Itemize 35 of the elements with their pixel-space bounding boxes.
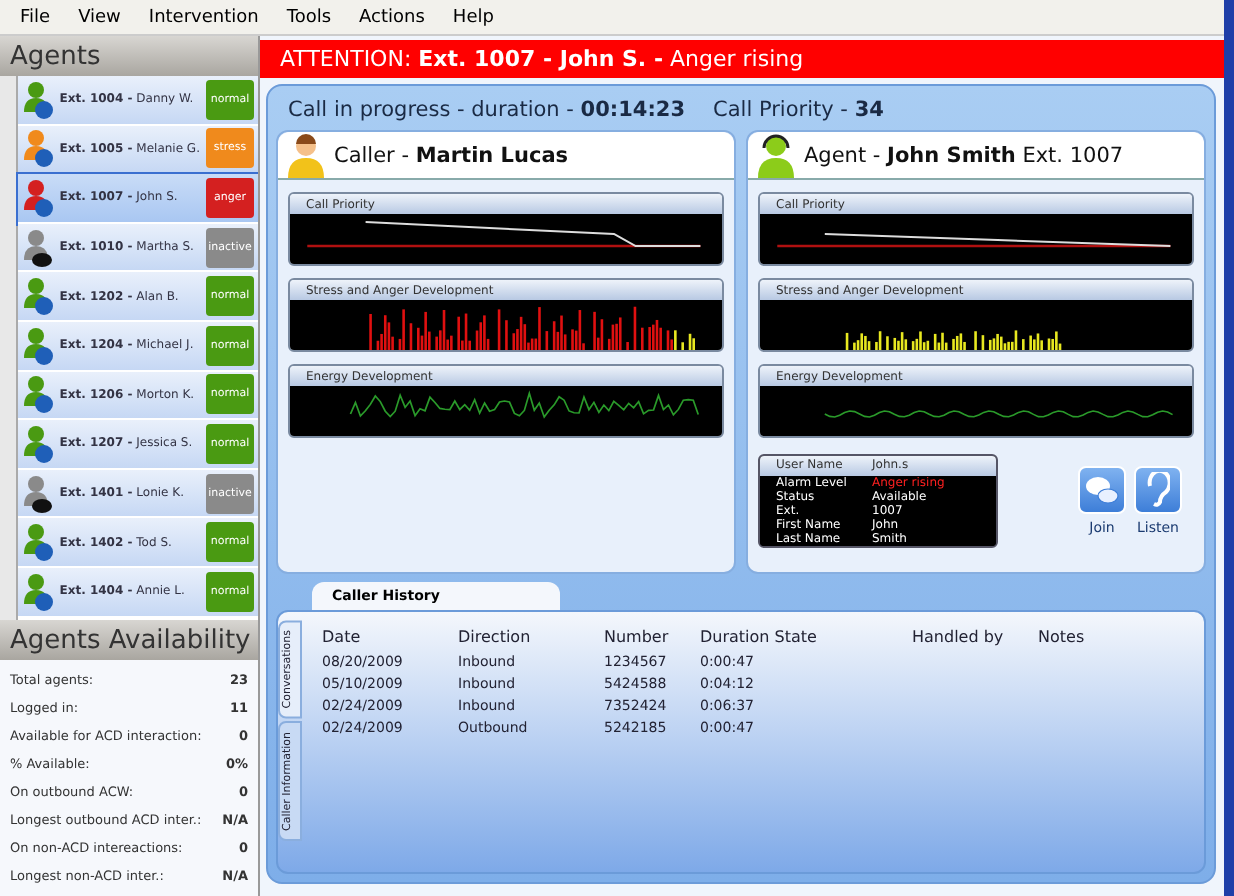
agent-avatar-icon bbox=[21, 227, 54, 268]
column-header: Notes bbox=[1038, 628, 1087, 646]
menu-item[interactable]: Tools bbox=[286, 7, 332, 27]
menu-item[interactable]: View bbox=[78, 7, 121, 27]
column-header: Duration State bbox=[700, 628, 819, 646]
ear-icon bbox=[1146, 472, 1170, 508]
agent-avatar-icon bbox=[21, 276, 54, 317]
menu-item[interactable]: File bbox=[20, 7, 51, 27]
menu-item[interactable]: Intervention bbox=[148, 7, 259, 27]
agent-avatar-icon bbox=[21, 177, 54, 218]
caller-title: Caller - Martin Lucas bbox=[334, 143, 569, 167]
agent-headset-icon bbox=[756, 133, 796, 177]
column-header: Number bbox=[604, 628, 671, 646]
agent-avatar-icon bbox=[21, 128, 54, 169]
column-header: Handled by bbox=[912, 628, 1006, 646]
menu-item[interactable]: Actions bbox=[359, 7, 425, 27]
agent-avatar-icon bbox=[21, 473, 54, 514]
chat-bubbles-icon bbox=[1084, 474, 1120, 506]
attention-banner: ATTENTION: Ext. 1007 - John S. - Anger rising bbox=[260, 40, 1224, 78]
menu-item[interactable]: Help bbox=[452, 7, 494, 27]
availability-heading: Agents Availability bbox=[0, 620, 258, 660]
column-header: Direction bbox=[458, 628, 533, 646]
agent-title: Agent - John Smith Ext. 1007 bbox=[804, 143, 1124, 167]
call-duration: Call in progress - duration - 00:14:23 bbox=[288, 98, 686, 122]
column-header: Date bbox=[322, 628, 363, 646]
call-priority: Call Priority - 34 bbox=[713, 98, 884, 122]
caller-icon bbox=[286, 133, 326, 177]
agent-avatar-icon bbox=[21, 423, 54, 464]
agents-heading: Agents bbox=[0, 36, 258, 76]
agent-avatar-icon bbox=[21, 325, 54, 366]
agent-avatar-icon bbox=[21, 374, 54, 415]
agent-avatar-icon bbox=[21, 522, 54, 563]
agent-avatar-icon bbox=[21, 79, 54, 120]
scrollbar[interactable] bbox=[0, 76, 18, 620]
agent-avatar-icon bbox=[21, 571, 54, 612]
